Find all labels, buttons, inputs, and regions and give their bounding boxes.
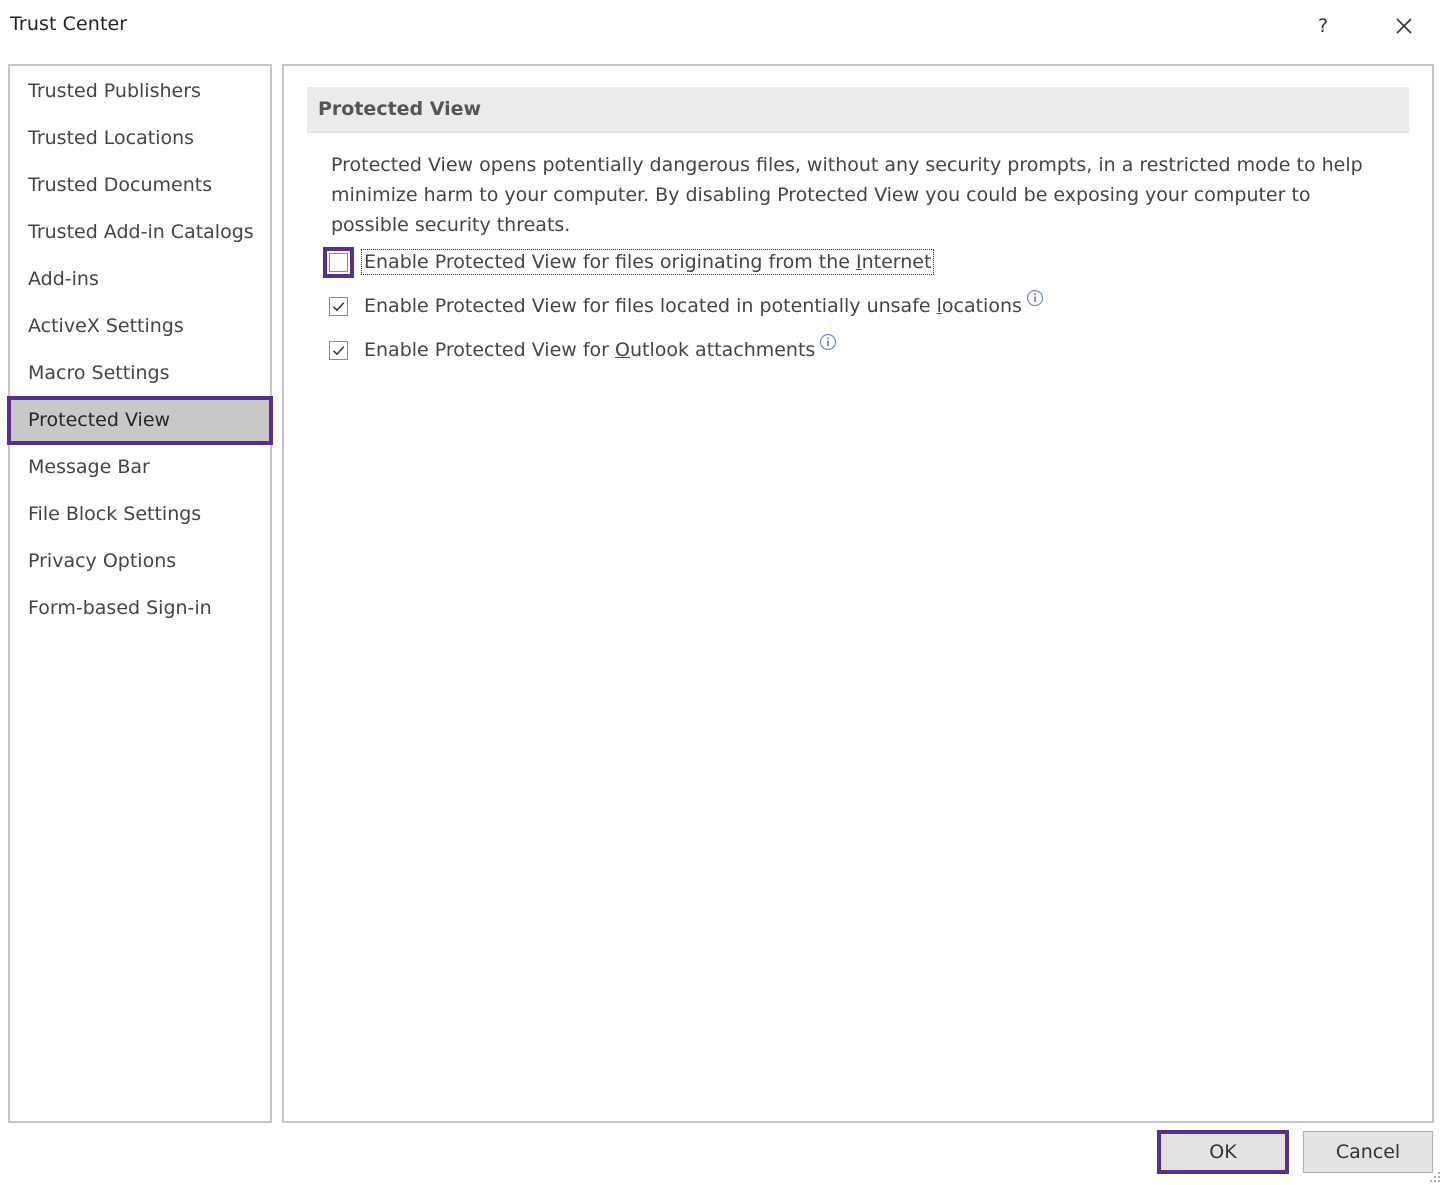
sidebar-item-protected-view[interactable]: Protected View [7,396,273,445]
internet-files-checkbox[interactable] [323,246,354,278]
sidebar-item-macro-settings[interactable]: Macro Settings [10,350,270,397]
sidebar-item-trusted-add-in-catalogs[interactable]: Trusted Add-in Catalogs [10,209,270,256]
section-title: Protected View [307,87,1409,133]
info-icon[interactable] [819,333,837,351]
checkmark-icon [332,301,345,311]
unsafe-locations-checkbox[interactable] [329,296,348,316]
sidebar-item-trusted-publishers[interactable]: Trusted Publishers [10,68,270,115]
sidebar-item-activex-settings[interactable]: ActiveX Settings [10,303,270,350]
checkmark-icon [332,345,345,355]
option-internet-files: Enable Protected View for files originat… [323,246,935,278]
sidebar-item-privacy-options[interactable]: Privacy Options [10,538,270,585]
unsafe-locations-label[interactable]: Enable Protected View for files located … [362,294,1024,318]
sidebar-item-add-ins[interactable]: Add-ins [10,256,270,303]
sidebar-item-trusted-locations[interactable]: Trusted Locations [10,115,270,162]
ok-button[interactable]: OK [1157,1130,1289,1174]
outlook-attachments-checkbox[interactable] [329,340,348,360]
info-icon[interactable] [1026,289,1044,307]
resize-grip-icon[interactable] [1430,1172,1440,1182]
section-description: Protected View opens potentially dangero… [331,154,1363,236]
sidebar-nav: Trusted Publishers Trusted Locations Tru… [7,68,273,632]
close-button[interactable] [1386,8,1422,44]
help-button[interactable]: ? [1305,8,1341,44]
cancel-button[interactable]: Cancel [1303,1131,1433,1173]
dialog-title: Trust Center [10,13,128,35]
sidebar: Trusted Publishers Trusted Locations Tru… [7,64,273,1123]
sidebar-item-trusted-documents[interactable]: Trusted Documents [10,162,270,209]
internet-files-label[interactable]: Enable Protected View for files originat… [360,249,935,275]
outlook-attachments-label[interactable]: Enable Protected View for Outlook attach… [362,338,817,362]
sidebar-item-file-block-settings[interactable]: File Block Settings [10,491,270,538]
option-unsafe-locations: Enable Protected View for files located … [329,289,1044,321]
sidebar-item-form-based-sign-in[interactable]: Form-based Sign-in [10,585,270,632]
option-outlook-attachments: Enable Protected View for Outlook attach… [329,333,837,365]
sidebar-item-message-bar[interactable]: Message Bar [10,444,270,491]
trust-center-dialog: Trust Center ? Trusted Publishers Truste… [0,0,1444,1185]
settings-panel: Protected View Protected View opens pote… [282,64,1434,1123]
close-icon [1396,18,1412,34]
